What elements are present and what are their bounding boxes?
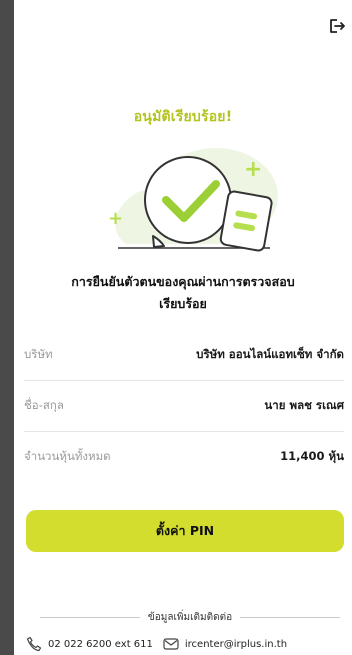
name-value: นาย พลช รเณศ xyxy=(264,398,344,412)
verification-message-line-1: การยืนยันตัวตนของคุณผ่านการตรวจสอบ xyxy=(71,274,295,289)
svg-text:+: + xyxy=(108,208,123,229)
email-address: ircenter@irplus.in.th xyxy=(184,638,288,650)
success-check-document-icon: + + xyxy=(98,140,284,260)
phone-number: 02 022 6200 ext 611 xyxy=(48,638,153,650)
contact-email[interactable]: ircenter@irplus.in.th xyxy=(163,636,287,652)
contact-heading-text: ข้อมูลเพิ่มเติมติดต่อ xyxy=(147,612,233,623)
phone-icon xyxy=(26,636,42,652)
svg-text:+: + xyxy=(244,157,262,182)
approval-title: อนุมัติเรียบร้อย! xyxy=(133,109,233,125)
set-pin-button[interactable]: ตั้งค่า PIN xyxy=(26,510,344,552)
info-row-company: บริษัท บริษัท ออนไลน์แอทเซ็ท จำกัด xyxy=(24,330,344,381)
approval-screen: อนุมัติเรียบร้อย! + + การยืนยันตัวตนของค… xyxy=(14,0,352,655)
info-row-name: ชื่อ-สกุล นาย พลช รเณศ xyxy=(24,381,344,432)
contact-phone[interactable]: 02 022 6200 ext 611 xyxy=(26,636,153,652)
company-value: บริษัท ออนไลน์แอทเซ็ท จำกัด xyxy=(196,347,344,361)
contact-heading: ข้อมูลเพิ่มเติมติดต่อ xyxy=(40,610,340,625)
logout-icon[interactable] xyxy=(328,18,346,34)
info-row-shares: จำนวนหุ้นทั้งหมด 11,400 หุ้น xyxy=(24,432,344,482)
company-label: บริษัท xyxy=(24,347,53,361)
contact-info: 02 022 6200 ext 611 ircenter@irplus.in.t… xyxy=(26,636,352,652)
verification-message-line-2: เรียบร้อย xyxy=(159,296,207,311)
divider-right xyxy=(240,617,340,618)
shares-label: จำนวนหุ้นทั้งหมด xyxy=(24,449,111,463)
divider-left xyxy=(40,617,140,618)
info-list: บริษัท บริษัท ออนไลน์แอทเซ็ท จำกัด ชื่อ-… xyxy=(24,330,344,482)
mail-icon xyxy=(163,636,179,652)
verification-message: การยืนยันตัวตนของคุณผ่านการตรวจสอบ เรียบ… xyxy=(22,271,344,315)
shares-value: 11,400 หุ้น xyxy=(280,449,344,463)
name-label: ชื่อ-สกุล xyxy=(24,398,64,412)
